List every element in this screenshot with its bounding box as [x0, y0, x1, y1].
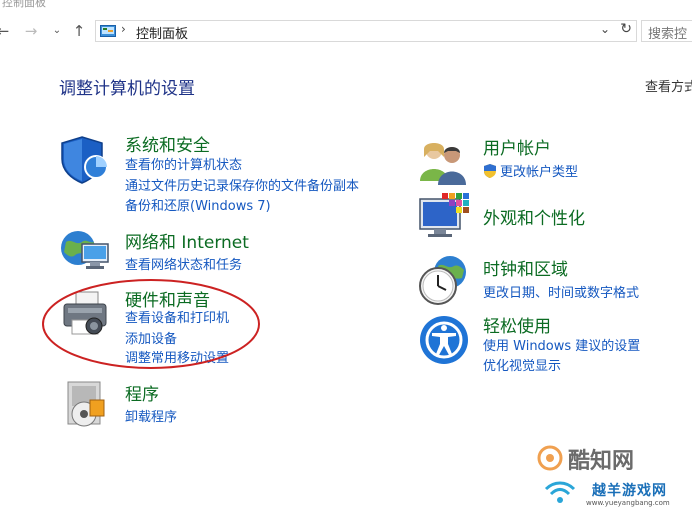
- category-title[interactable]: 轻松使用: [483, 312, 551, 337]
- breadcrumb-chevron-icon[interactable]: ›: [121, 22, 126, 36]
- uac-shield-icon: [484, 164, 496, 178]
- users-icon[interactable]: [418, 137, 470, 189]
- category-link[interactable]: 使用 Windows 建议的设置: [483, 335, 640, 354]
- window-title-bar: 控制面板: [0, 0, 692, 12]
- category-link[interactable]: 查看网络状态和任务: [125, 254, 242, 273]
- network-globe-icon[interactable]: [60, 226, 112, 278]
- programs-icon[interactable]: [62, 380, 114, 432]
- category-title[interactable]: 系统和安全: [125, 131, 210, 156]
- watermark: 酷知网 越羊游戏网 www.yueyangbang.com: [536, 445, 686, 511]
- appearance-monitor-icon[interactable]: [418, 193, 470, 245]
- page-heading: 调整计算机的设置: [59, 79, 195, 99]
- watermark-wifi-icon: [544, 481, 576, 503]
- control-panel-icon: [100, 25, 116, 37]
- category-link[interactable]: 优化视觉显示: [483, 355, 561, 374]
- category-title[interactable]: 时钟和区域: [483, 255, 568, 280]
- address-dropdown-icon[interactable]: ⌄: [600, 22, 610, 36]
- category-title[interactable]: 网络和 Internet: [125, 228, 249, 253]
- refresh-icon[interactable]: ↻: [620, 21, 632, 37]
- clock-icon[interactable]: [418, 254, 470, 306]
- address-bar[interactable]: › 控制面板 ⌄ ↻: [95, 20, 637, 42]
- security-shield-icon[interactable]: [60, 133, 112, 185]
- watermark-logo-icon: [537, 445, 563, 471]
- category-link[interactable]: 备份和还原(Windows 7): [125, 195, 271, 214]
- category-link[interactable]: 更改帐户类型: [483, 161, 578, 180]
- category-link[interactable]: 更改日期、时间或数字格式: [483, 282, 639, 301]
- view-by-label[interactable]: 查看方式: [645, 76, 692, 95]
- category-title[interactable]: 用户帐户: [483, 134, 551, 159]
- breadcrumb-control-panel[interactable]: 控制面板: [136, 23, 188, 42]
- window-title: 控制面板: [2, 0, 46, 9]
- highlight-ellipse-annotation: [42, 279, 260, 369]
- watermark-brand-primary: 酷知网: [568, 449, 635, 474]
- back-arrow-icon[interactable]: ←: [0, 22, 12, 40]
- search-placeholder: 搜索控: [648, 27, 688, 42]
- search-input[interactable]: 搜索控: [641, 20, 692, 42]
- category-link[interactable]: 查看你的计算机状态: [125, 154, 242, 173]
- navigation-bar: ← → ⌄ ↑ › 控制面板 ⌄ ↻ 搜索控: [0, 14, 692, 50]
- category-link-label: 更改帐户类型: [500, 165, 579, 180]
- watermark-url: www.yueyangbang.com: [586, 499, 670, 507]
- ease-of-access-icon[interactable]: [418, 314, 470, 366]
- recent-locations-chevron-icon[interactable]: ⌄: [48, 22, 66, 40]
- category-link[interactable]: 通过文件历史记录保存你的文件备份副本: [125, 175, 359, 194]
- forward-arrow-icon[interactable]: →: [22, 22, 40, 40]
- watermark-brand-secondary: 越羊游戏网: [592, 483, 667, 499]
- category-title[interactable]: 程序: [125, 380, 159, 405]
- category-link[interactable]: 卸载程序: [125, 406, 177, 425]
- category-title[interactable]: 外观和个性化: [483, 204, 585, 229]
- up-arrow-icon[interactable]: ↑: [70, 22, 88, 40]
